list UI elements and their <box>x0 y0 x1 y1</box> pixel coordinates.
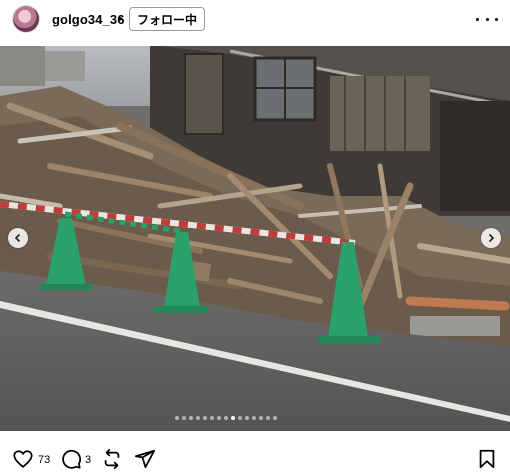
comment-count[interactable]: 3 <box>85 454 91 466</box>
avatar[interactable] <box>13 6 39 32</box>
carousel-dot <box>203 416 207 420</box>
bookmark-icon[interactable] <box>476 448 498 470</box>
username[interactable]: golgo34_36 <box>52 12 125 27</box>
chevron-left-icon <box>14 233 21 243</box>
comment-icon[interactable] <box>60 448 82 470</box>
separator-dot: • <box>118 11 123 26</box>
more-options-icon[interactable] <box>476 11 498 27</box>
heart-icon[interactable] <box>12 448 34 470</box>
post-header: golgo34_36 • フォロー中 <box>0 0 510 46</box>
carousel-indicator <box>175 416 277 420</box>
carousel-dot <box>189 416 193 420</box>
carousel-dot <box>210 416 214 420</box>
carousel-dot <box>252 416 256 420</box>
following-button[interactable]: フォロー中 <box>129 7 206 31</box>
carousel-dot <box>259 416 263 420</box>
like-count[interactable]: 73 <box>38 454 50 466</box>
chevron-right-icon <box>488 233 495 243</box>
action-bar: 73 3 <box>0 444 510 476</box>
carousel-dot <box>175 416 179 420</box>
carousel-dot <box>238 416 242 420</box>
post-photo[interactable] <box>0 46 510 431</box>
carousel-dot <box>224 416 228 420</box>
carousel-next-button[interactable] <box>481 228 501 248</box>
carousel-dot <box>266 416 270 420</box>
carousel-prev-button[interactable] <box>8 228 28 248</box>
carousel-dot <box>273 416 277 420</box>
send-icon[interactable] <box>134 448 156 470</box>
repost-icon[interactable] <box>101 448 123 470</box>
carousel-dot <box>182 416 186 420</box>
carousel-dot <box>217 416 221 420</box>
collapsed-house-photo <box>0 46 510 431</box>
carousel-dot <box>196 416 200 420</box>
carousel-dot <box>245 416 249 420</box>
carousel-dot <box>231 416 235 420</box>
